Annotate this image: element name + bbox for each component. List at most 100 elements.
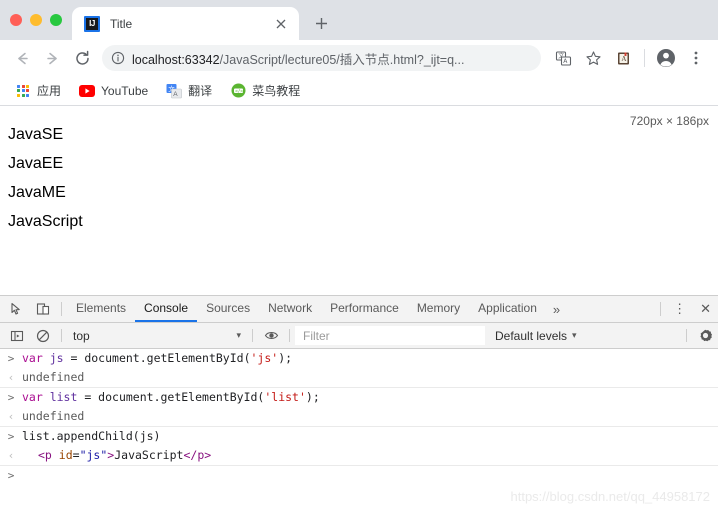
viewport-dimension-tooltip: 720px × 186px (626, 113, 712, 129)
tabbar-divider (61, 302, 62, 316)
minimize-window-button[interactable] (30, 14, 42, 26)
new-tab-button[interactable] (307, 9, 335, 37)
apps-grid-icon (15, 83, 31, 99)
clear-console-icon[interactable] (30, 323, 56, 348)
prompt-input-icon: > (7, 430, 15, 443)
console-input-row[interactable]: > list.appendChild(js) (0, 426, 718, 446)
maximize-window-button[interactable] (50, 14, 62, 26)
tab-strip: IJ Title (0, 0, 718, 40)
extension-dictionary-icon[interactable]: A (609, 44, 637, 72)
bookmark-apps[interactable]: 应用 (8, 79, 68, 102)
svg-text:A: A (621, 55, 626, 63)
prompt-output-icon: ‹ (7, 371, 15, 384)
inspect-element-icon[interactable] (4, 296, 30, 322)
translate-icon[interactable]: 文 A (549, 44, 577, 72)
youtube-icon (79, 83, 96, 99)
tab-sources[interactable]: Sources (197, 296, 259, 322)
console-result-node[interactable]: <p id="js">JavaScript</p> (22, 448, 718, 463)
page-paragraph: JavaEE (8, 155, 64, 172)
reload-icon[interactable] (68, 44, 96, 72)
svg-text:</>: </> (235, 88, 243, 94)
bookmark-translate[interactable]: 文 A 翻译 (159, 79, 219, 102)
tab-console[interactable]: Console (135, 296, 198, 322)
bookmark-label: 菜鸟教程 (252, 84, 301, 98)
console-prompt-row[interactable]: > (0, 465, 718, 485)
console-output[interactable]: > var js = document.getElementById('js')… (0, 349, 718, 508)
tabbar-divider-right (660, 302, 662, 316)
prompt-input-icon: > (7, 352, 15, 365)
console-output-row: ‹ undefined (0, 407, 718, 426)
console-output-row: ‹ undefined (0, 368, 718, 387)
watermark-text: https://blog.csdn.net/qq_44958172 (510, 489, 711, 504)
tab-title: Title (110, 16, 133, 31)
bookmark-star-icon[interactable] (579, 44, 607, 72)
live-expression-eye-icon[interactable] (258, 323, 284, 348)
prompt-input-icon: > (7, 469, 15, 482)
console-result: undefined (22, 370, 85, 384)
console-output-row[interactable]: ‹ <p id="js">JavaScript</p> (0, 446, 718, 465)
devtools-menu-icon[interactable]: ⋮ (666, 296, 693, 322)
page-paragraph: JavaSE (8, 126, 64, 143)
bookmarks-bar: 应用 YouTube 文 A 翻译 </> 菜鸟教程 (0, 76, 718, 106)
page-viewport: JavaSE JavaEE JavaME JavaScript 720px × … (0, 106, 718, 292)
browser-toolbar: localhost:63342/JavaScript/lecture05/插入节… (0, 40, 718, 76)
console-settings-gear-icon[interactable] (692, 323, 718, 348)
tab-memory[interactable]: Memory (408, 296, 469, 322)
more-tabs-icon[interactable]: » (546, 296, 567, 322)
intellij-favicon: IJ (84, 15, 100, 32)
svg-text:A: A (173, 91, 178, 98)
browser-tab[interactable]: IJ Title (72, 7, 299, 40)
console-input-row[interactable]: > var js = document.getElementById('js')… (0, 349, 718, 368)
filterbar-divider-2 (252, 329, 253, 342)
tabbar-spacer (567, 296, 655, 322)
chevron-down-icon: ▾ (236, 330, 241, 340)
execution-context-select[interactable]: top ▾ (67, 323, 247, 348)
browser-window: IJ Title localhost:63342/JavaScript/lect… (0, 0, 718, 508)
filterbar-divider-4 (686, 329, 687, 342)
profile-avatar-icon[interactable] (652, 44, 680, 72)
devtools-tabbar: Elements Console Sources Network Perform… (0, 296, 718, 323)
tab-network[interactable]: Network (259, 296, 321, 322)
filterbar-spacer (587, 323, 681, 348)
bookmark-youtube[interactable]: YouTube (72, 80, 155, 102)
console-code: list.appendChild(js) (22, 429, 161, 443)
execution-context-value: top (73, 328, 90, 343)
log-levels-value: Default levels (495, 328, 568, 343)
console-input-row[interactable]: > var list = document.getElementById('li… (0, 387, 718, 407)
toolbar-divider (644, 49, 645, 67)
prompt-output-icon: ‹ (7, 410, 15, 423)
page-paragraph: JavaME (8, 184, 66, 201)
console-filter-input[interactable]: Filter (295, 326, 485, 345)
favicon-label: IJ (86, 17, 98, 30)
url-host: localhost:63342 (132, 52, 220, 67)
prompt-output-icon: ‹ (7, 449, 15, 462)
tab-elements[interactable]: Elements (67, 296, 135, 322)
page-info-icon[interactable] (111, 51, 125, 65)
url-text: localhost:63342/JavaScript/lecture05/插入节… (132, 49, 531, 68)
console-sidebar-icon[interactable] (4, 323, 30, 348)
filterbar-divider-3 (289, 329, 290, 342)
tab-performance[interactable]: Performance (321, 296, 408, 322)
chrome-menu-icon[interactable] (682, 44, 710, 72)
bookmark-runoob[interactable]: </> 菜鸟教程 (223, 79, 307, 102)
chevron-down-icon: ▾ (572, 330, 577, 340)
console-code: var js = document.getElementById('js'); (22, 351, 293, 365)
prompt-input-icon: > (7, 391, 15, 404)
page-paragraph: JavaScript (8, 213, 83, 230)
bookmark-label: YouTube (101, 83, 149, 98)
back-icon[interactable] (8, 44, 36, 72)
runoob-icon: </> (230, 83, 246, 99)
log-levels-select[interactable]: Default levels ▾ (485, 323, 587, 348)
filterbar-divider (61, 329, 62, 342)
forward-icon[interactable] (38, 44, 66, 72)
console-filter-bar: top ▾ Filter Default levels ▾ (0, 323, 718, 349)
close-icon[interactable] (273, 16, 289, 32)
devtools-close-icon[interactable]: ✕ (693, 296, 718, 322)
console-code: var list = document.getElementById('list… (22, 390, 320, 404)
console-result: undefined (22, 409, 85, 423)
url-path: /JavaScript/lecture05/插入节点.html?_ijt=q..… (219, 52, 465, 67)
device-toolbar-icon[interactable] (30, 296, 56, 322)
tab-application[interactable]: Application (469, 296, 546, 322)
address-bar[interactable]: localhost:63342/JavaScript/lecture05/插入节… (102, 45, 541, 71)
close-window-button[interactable] (10, 14, 22, 26)
